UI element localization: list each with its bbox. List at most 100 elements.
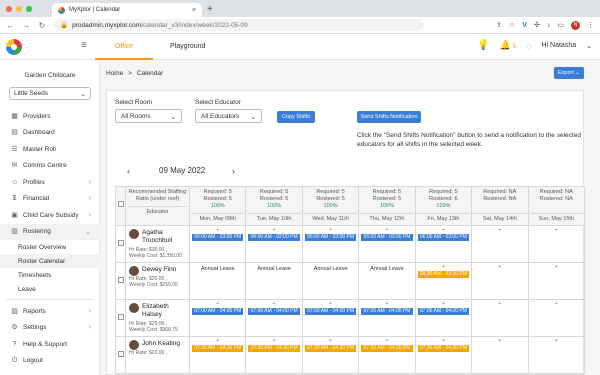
shift-block[interactable]: 07:30 AM - 04:30 PM [304,345,357,352]
myxplor-logo-icon[interactable] [6,39,22,55]
puzzle-icon[interactable]: ✣ [534,21,540,29]
day-cell[interactable]: Annual Leave [301,262,360,300]
day-cell[interactable]: Annual Leave [188,262,247,300]
shift-block[interactable]: 07:00 AM - 04:00 PM [361,308,413,315]
select-all-checkbox[interactable] [117,201,124,207]
add-shift-icon[interactable]: + [472,338,527,344]
star-icon[interactable]: ☆ [509,21,515,29]
new-tab-icon[interactable]: + [207,4,213,15]
shift-block[interactable]: 07:30 AM - 04:30 PM [248,345,300,352]
day-cell[interactable]: + [527,299,586,337]
add-shift-icon[interactable]: + [190,301,245,307]
shift-block[interactable]: 06:00 AM - 03:00 PM [248,234,300,241]
add-shift-icon[interactable]: + [303,227,358,233]
chat-icon[interactable]: ◌ [526,41,531,51]
day-cell[interactable]: +07:30 AM - 04:30 PM [301,336,360,374]
sidebar-item-help[interactable]: ? Help & Support [0,336,100,353]
shift-block[interactable]: 07:30 AM - 04:30 PM [192,345,244,352]
add-shift-icon[interactable]: + [303,338,358,344]
sidebar-item-dashboard[interactable]: ▤ Dashboard [0,125,100,142]
close-tab-icon[interactable]: × [192,7,196,14]
shift-block[interactable]: 07:00 AM - 04:00 PM [192,308,244,315]
shift-block[interactable]: 06:00 AM - 03:00 PM [192,234,244,241]
row-checkbox[interactable] [117,240,124,246]
sidebar-subitem-roster-overview[interactable]: Roster Overview [0,240,100,254]
day-cell[interactable]: +07:30 AM - 04:30 PM [188,336,247,374]
day-cell[interactable]: +07:30 AM - 04:30 PM [414,336,473,374]
day-cell[interactable]: + [527,262,586,300]
shift-block[interactable]: 07:00 AM - 04:00 PM [417,308,470,315]
add-shift-icon[interactable]: + [472,264,527,270]
add-shift-icon[interactable]: + [303,301,358,307]
prev-week-icon[interactable]: ‹ [127,166,130,176]
leave-label[interactable]: Annual Leave [303,266,358,272]
sidebar-item-providers[interactable]: ▦ Providers [0,108,100,125]
tab-office[interactable]: Office [94,43,154,60]
day-cell[interactable]: Annual Leave [358,262,416,300]
maximize-window-icon[interactable] [26,6,32,12]
add-shift-icon[interactable]: + [529,338,584,344]
send-shifts-notification-button[interactable]: Send Shifts Notification [357,111,421,123]
reload-icon[interactable]: ↻ [38,21,46,30]
hamburger-menu-icon[interactable]: ≡ [81,40,87,51]
add-shift-icon[interactable]: + [359,338,414,344]
day-cell[interactable]: +06:00 AM - 03:00 PM [414,225,473,263]
day-cell[interactable]: +06:00 AM - 03:00 PM [301,225,360,263]
add-shift-icon[interactable]: + [359,227,414,233]
educator-select[interactable]: All Educators ⌄ [195,109,262,123]
day-cell[interactable]: +08:30 AM - 03:30 PM [414,262,473,300]
row-checkbox[interactable] [117,314,124,320]
sidebar-item-child-care-subsidy[interactable]: ▣ Child Care Subsidy › [0,207,100,224]
day-cell[interactable]: +07:00 AM - 04:00 PM [245,299,303,337]
extension-v-icon[interactable]: V [522,22,527,29]
sidebar-item-reports[interactable]: ▨ Reports › [0,303,100,320]
forward-icon[interactable]: → [22,21,30,30]
sidebar-item-settings[interactable]: ⚙ Settings › [0,320,100,337]
day-cell[interactable]: +06:00 AM - 03:00 PM [245,225,303,263]
back-icon[interactable]: ← [6,21,14,30]
day-cell[interactable]: +07:00 AM - 04:00 PM [301,299,360,337]
shift-block[interactable]: 06:00 AM - 03:00 PM [361,234,413,241]
day-cell[interactable]: + [527,336,586,374]
shift-block[interactable]: 06:00 AM - 03:00 PM [304,234,357,241]
day-cell[interactable]: + [471,225,529,263]
sidebar-subitem-timesheets[interactable]: Timesheets [0,268,100,282]
leave-label[interactable]: Annual Leave [190,266,245,272]
add-shift-icon[interactable]: + [416,264,471,270]
day-cell[interactable]: + [471,299,529,337]
day-cell[interactable]: + [471,336,529,374]
more-icon[interactable]: ⋮ [587,21,594,29]
add-shift-icon[interactable]: + [246,227,301,233]
add-shift-icon[interactable]: + [529,227,584,233]
leave-label[interactable]: Annual Leave [359,266,414,272]
next-week-icon[interactable]: › [232,166,235,176]
day-cell[interactable]: +07:00 AM - 04:00 PM [358,299,416,337]
export-button[interactable]: Export ⌄ [554,67,584,79]
add-shift-icon[interactable]: + [190,227,245,233]
sidebar-item-logout[interactable]: ⏻ Logout [0,353,100,370]
tab-playground[interactable]: Playground [170,43,205,50]
shift-block[interactable]: 07:30 AM - 04:30 PM [417,345,470,352]
shift-block[interactable]: 06:00 AM - 03:00 PM [417,234,470,241]
day-cell[interactable]: +06:00 AM - 03:00 PM [188,225,247,263]
address-bar[interactable]: 🔒 prodadmin.myxplor.com/calendar_v3/inde… [54,19,424,31]
day-cell[interactable]: +07:00 AM - 04:00 PM [414,299,473,337]
day-cell[interactable]: + [527,225,586,263]
day-cell[interactable]: Annual Leave [245,262,303,300]
add-shift-icon[interactable]: + [529,301,584,307]
share-icon[interactable]: ⇪ [496,21,502,29]
add-shift-icon[interactable]: + [416,227,471,233]
row-checkbox[interactable] [117,351,124,357]
add-shift-icon[interactable]: + [416,301,471,307]
sidebar-item-master-roll[interactable]: ☰ Master Roll [0,141,100,158]
copy-shifts-button[interactable]: Copy Shifts [277,111,315,123]
shift-block[interactable]: 07:30 AM - 04:30 PM [361,345,413,352]
lightbulb-icon[interactable]: 💡 [477,40,489,51]
browser-avatar[interactable]: N [571,20,580,30]
sidebar-item-rostering[interactable]: ▥ Rostering ⌄ [0,223,100,240]
sidebar-subitem-roster-calendar[interactable]: Roster Calendar [0,254,100,268]
add-shift-icon[interactable]: + [472,227,527,233]
add-shift-icon[interactable]: + [246,301,301,307]
day-cell[interactable]: +07:30 AM - 04:30 PM [245,336,303,374]
room-select[interactable]: All Rooms ⌄ [115,109,182,123]
